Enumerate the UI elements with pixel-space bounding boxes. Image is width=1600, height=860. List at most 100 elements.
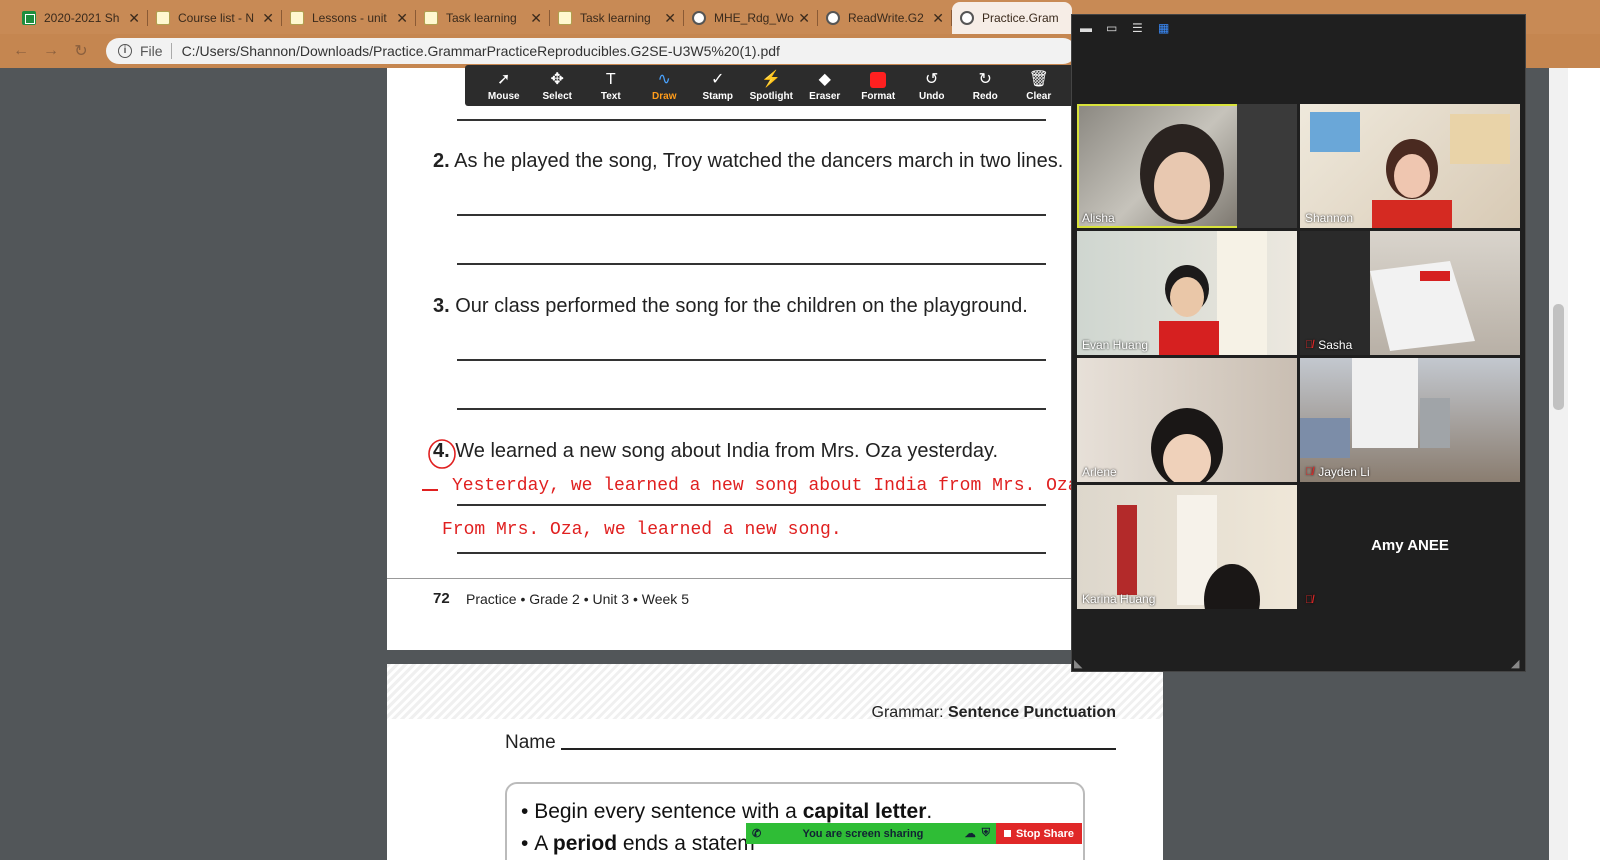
vertical-scrollbar[interactable] xyxy=(1549,68,1568,860)
tool-label: Stamp xyxy=(702,90,734,102)
question-2: 2. As he played the song, Troy watched t… xyxy=(433,150,1063,173)
video-tile[interactable]: Shannon xyxy=(1300,104,1520,228)
tool-undo[interactable]: ↺ Undo xyxy=(905,70,959,102)
muted-mic-icon: 🎙̸ xyxy=(1305,339,1314,351)
participant-video xyxy=(1310,112,1510,228)
doc-icon xyxy=(558,11,572,25)
tool-label: Redo xyxy=(972,90,998,102)
browser-tab[interactable]: Course list - N ✕ xyxy=(148,2,282,34)
participant-name: Alisha xyxy=(1082,211,1115,225)
browser-tab[interactable]: Task learning ✕ xyxy=(550,2,684,34)
tool-label: Spotlight xyxy=(749,90,793,102)
address-bar[interactable]: i File C:/Users/Shannon/Downloads/Practi… xyxy=(106,38,1076,64)
move-arrows-icon: ✥ xyxy=(550,70,564,88)
tool-text[interactable]: T Text xyxy=(584,70,638,102)
tool-label: Clear xyxy=(1026,90,1052,102)
tool-spotlight[interactable]: ⚡ Spotlight xyxy=(745,70,799,102)
video-tile[interactable]: Arlene xyxy=(1077,358,1297,482)
browser-tab[interactable]: Task learning ✕ xyxy=(416,2,550,34)
tab-title: Task learning xyxy=(446,11,517,25)
rules-box: • Begin every sentence with a capital le… xyxy=(505,782,1085,860)
draw-squiggle-icon: ∿ xyxy=(657,70,671,88)
tool-label: Select xyxy=(542,90,572,102)
participant-video xyxy=(1151,408,1223,482)
tool-label: Eraser xyxy=(809,90,841,102)
browser-tab[interactable]: MHE_Rdg_Wo ✕ xyxy=(684,2,818,34)
close-tab-icon[interactable]: ✕ xyxy=(530,10,542,27)
tool-format[interactable]: Format xyxy=(852,70,906,102)
browser-tab[interactable]: 2020-2021 Sh ✕ xyxy=(14,2,148,34)
info-icon[interactable]: i xyxy=(118,44,132,58)
red-circle-mark xyxy=(428,439,456,469)
cursor-arrow-icon: ➚ xyxy=(497,70,511,88)
answer-line xyxy=(457,408,1046,410)
muted-mic-icon: 🎙̸ xyxy=(1305,594,1314,606)
tool-stamp[interactable]: ✓ Stamp xyxy=(691,70,745,102)
back-arrow-icon[interactable]: ← xyxy=(6,42,36,60)
gallery-view-icon[interactable]: ▦ xyxy=(1158,21,1169,35)
answer-line xyxy=(457,263,1046,265)
sheets-icon xyxy=(22,11,36,25)
close-tab-icon[interactable]: ✕ xyxy=(262,10,274,27)
tool-label: Draw xyxy=(652,90,677,102)
browser-tab[interactable]: ReadWrite.G2 ✕ xyxy=(818,2,952,34)
close-tab-icon[interactable]: ✕ xyxy=(128,10,140,27)
grammar-prefix: Grammar: xyxy=(871,704,944,721)
trash-icon: 🗑 xyxy=(1028,70,1049,88)
tool-eraser[interactable]: ◆ Eraser xyxy=(798,70,852,102)
url-text[interactable]: C:/Users/Shannon/Downloads/Practice.Gram… xyxy=(182,43,780,59)
tool-redo[interactable]: ↻ Redo xyxy=(959,70,1013,102)
question-text: Our class performed the song for the chi… xyxy=(455,295,1028,317)
tab-title: ReadWrite.G2 xyxy=(848,11,924,25)
close-tab-icon[interactable]: ✕ xyxy=(932,10,944,27)
url-scheme-label: File xyxy=(140,43,163,59)
video-tile[interactable]: Evan Huang xyxy=(1077,231,1297,355)
zoom-gallery-window: ▬ ▭ ☰ ▦ Alisha Shannon Evan Huang 🎙̸ Sas… xyxy=(1071,14,1526,672)
forward-arrow-icon[interactable]: → xyxy=(36,42,66,60)
speaker-view-icon[interactable]: ▭ xyxy=(1106,21,1117,35)
close-tab-icon[interactable]: ✕ xyxy=(396,10,408,27)
tab-title: Lessons - unit xyxy=(312,11,387,25)
pdf-page: 2. As he played the song, Troy watched t… xyxy=(387,68,1163,650)
tool-draw[interactable]: ∿ Draw xyxy=(638,70,692,102)
browser-tab[interactable]: Lessons - unit ✕ xyxy=(282,2,416,34)
name-line xyxy=(561,748,1116,750)
minimize-icon[interactable]: ▬ xyxy=(1080,21,1092,35)
resize-handle-icon[interactable]: ◣ xyxy=(1074,657,1086,670)
video-tile[interactable]: Amy ANEE 🎙̸ xyxy=(1300,485,1520,609)
muted-mic-icon: 🎙̸ xyxy=(1305,466,1314,478)
doc-icon xyxy=(156,11,170,25)
redo-icon: ↻ xyxy=(978,70,992,88)
answer-line xyxy=(457,214,1046,216)
reload-icon[interactable]: ↻ xyxy=(66,41,96,61)
globe-icon xyxy=(692,11,706,25)
video-tile[interactable]: 🎙̸ Sasha xyxy=(1300,231,1520,355)
question-text: We learned a new song about India from M… xyxy=(455,440,999,462)
strip-view-icon[interactable]: ☰ xyxy=(1132,21,1143,35)
participant-name: 🎙̸ Jayden Li xyxy=(1305,465,1370,479)
participant-name: Karina Huang xyxy=(1082,592,1156,606)
rule-bullet: • Begin every sentence with a capital le… xyxy=(521,800,933,823)
tab-title: Task learning xyxy=(580,11,651,25)
close-tab-icon[interactable]: ✕ xyxy=(664,10,676,27)
text-t-icon: T xyxy=(605,70,616,88)
tool-select[interactable]: ✥ Select xyxy=(531,70,585,102)
doc-icon xyxy=(290,11,304,25)
sharing-message: You are screen sharing xyxy=(802,827,924,840)
answer-line xyxy=(457,552,1046,554)
resize-handle-icon[interactable]: ◢ xyxy=(1511,657,1523,670)
stop-share-button[interactable]: Stop Share xyxy=(996,823,1082,844)
tool-clear[interactable]: 🗑 Clear xyxy=(1012,70,1066,102)
scrollbar-thumb[interactable] xyxy=(1553,304,1564,410)
video-tile[interactable]: Karina Huang xyxy=(1077,485,1297,609)
tool-label: Mouse xyxy=(487,90,520,102)
tool-mouse[interactable]: ➚ Mouse xyxy=(477,70,531,102)
stop-share-label: Stop Share xyxy=(1015,827,1075,840)
tool-label: Format xyxy=(861,90,896,102)
browser-tab-active[interactable]: Practice.Gram xyxy=(952,2,1072,34)
close-tab-icon[interactable]: ✕ xyxy=(798,10,810,27)
answer-line xyxy=(457,359,1046,361)
video-tile[interactable]: 🎙̸ Jayden Li xyxy=(1300,358,1520,482)
video-tile[interactable]: Alisha xyxy=(1077,104,1297,228)
question-number: 3. xyxy=(433,295,450,317)
